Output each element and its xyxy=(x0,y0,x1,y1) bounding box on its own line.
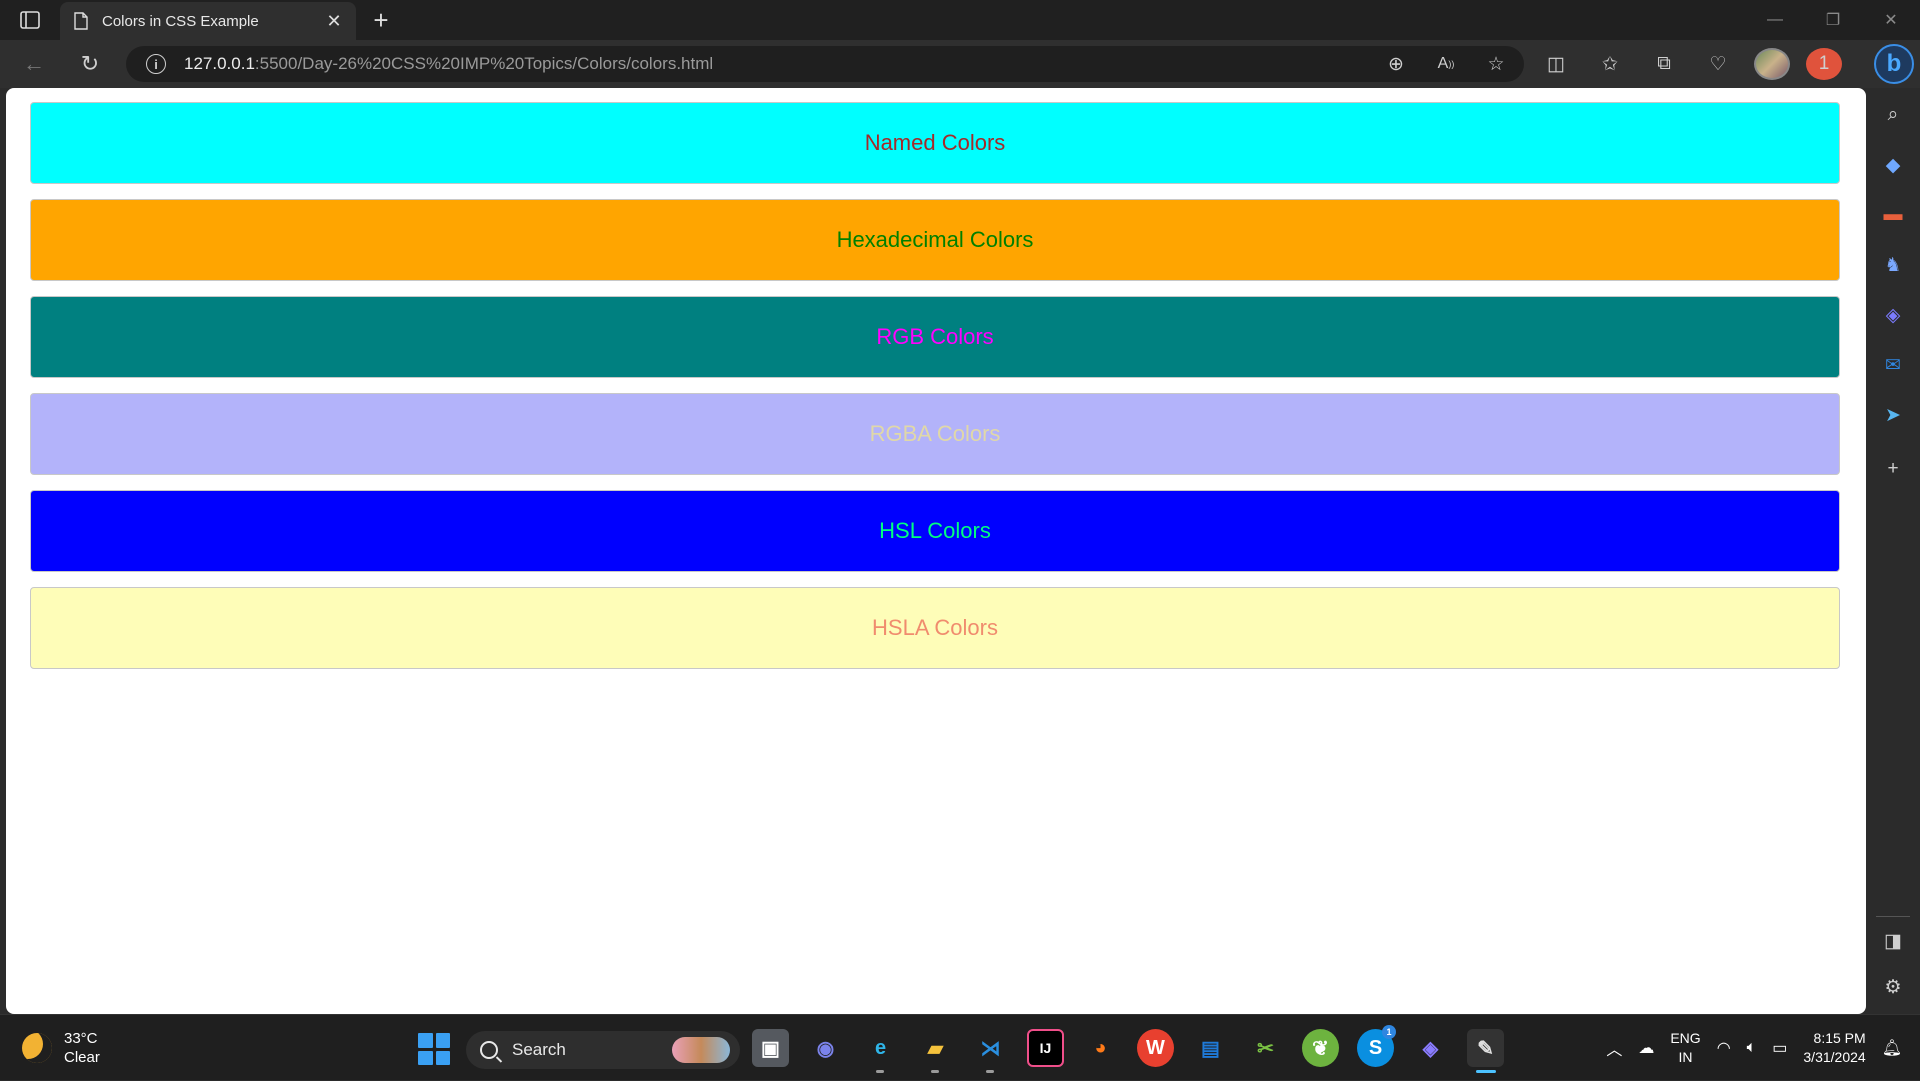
browser-titlebar: Colors in CSS Example ✕ + — ❐ ✕ xyxy=(0,0,1920,40)
temperature: 33°C xyxy=(64,1030,98,1047)
split-screen-icon[interactable]: ◫ xyxy=(1538,48,1574,80)
rgba-colors-box: RGBA Colors xyxy=(30,393,1840,475)
games-icon[interactable]: ♞ xyxy=(1878,250,1908,280)
copilot-taskbar-icon[interactable]: ◈ xyxy=(1412,1029,1449,1067)
favorite-star-icon[interactable]: ☆ xyxy=(1482,50,1510,78)
file-explorer-icon[interactable]: ▰ xyxy=(917,1029,954,1073)
new-tab-button[interactable]: + xyxy=(366,6,396,36)
hsl-colors-box: HSL Colors xyxy=(30,490,1840,572)
favorites-icon[interactable]: ✩ xyxy=(1592,48,1628,80)
box-label: RGB Colors xyxy=(876,324,994,349)
rgb-colors-box: RGB Colors xyxy=(30,296,1840,378)
edge-icon[interactable]: e xyxy=(862,1029,899,1073)
clock[interactable]: 8:15 PM 3/31/2024 xyxy=(1803,1029,1865,1067)
copilot-icon[interactable]: b xyxy=(1874,44,1914,84)
address-bar[interactable]: i 127.0.0.1:5500/Day-26%20CSS%20IMP%20To… xyxy=(126,46,1524,82)
teams-chat-icon[interactable]: ◉ xyxy=(807,1029,844,1067)
onedrive-cloud-icon[interactable]: ☁ xyxy=(1638,1038,1654,1058)
zoom-icon[interactable]: ⊕ xyxy=(1382,50,1410,78)
tab-title: Colors in CSS Example xyxy=(102,12,259,30)
minimize-icon[interactable]: — xyxy=(1746,0,1804,40)
language-indicator[interactable]: ENG IN xyxy=(1670,1029,1700,1067)
window-controls: — ❐ ✕ xyxy=(1746,0,1920,40)
restore-icon[interactable]: ❐ xyxy=(1804,0,1862,40)
more-options-icon[interactable]: ⋯1 xyxy=(1806,48,1844,80)
box-label: HSL Colors xyxy=(879,518,991,543)
close-tab-icon[interactable]: ✕ xyxy=(324,11,344,31)
firefox-icon[interactable]: ◕ xyxy=(1082,1029,1119,1067)
close-window-icon[interactable]: ✕ xyxy=(1862,0,1920,40)
refresh-icon[interactable]: ↻ xyxy=(72,48,108,80)
notification-badge: 1 xyxy=(1806,48,1842,80)
photo-editor-icon[interactable]: ✂ xyxy=(1247,1029,1284,1067)
vscode-icon[interactable]: ⋊ xyxy=(972,1029,1009,1073)
shopping-tag-icon[interactable]: ◆ xyxy=(1878,150,1908,180)
search-magnifier-icon xyxy=(480,1041,498,1059)
edge-sidebar: ⌕ ◆ ▬ ♞ ◈ ✉ ➤ + ◨ ⚙ xyxy=(1866,88,1920,1014)
document-icon xyxy=(74,12,88,30)
show-hidden-icons-chevron-icon[interactable]: ︿ xyxy=(1606,1036,1622,1060)
hexadecimal-colors-box: Hexadecimal Colors xyxy=(30,199,1840,281)
task-view-icon[interactable]: ▣ xyxy=(752,1029,789,1067)
outlook-icon[interactable]: ✉ xyxy=(1878,350,1908,380)
weather-widget[interactable]: 33°C Clear xyxy=(22,1029,100,1067)
spring-icon[interactable]: ❦ xyxy=(1302,1029,1339,1067)
wps-office-icon[interactable]: W xyxy=(1137,1029,1174,1067)
tools-icon[interactable]: ▬ xyxy=(1878,200,1908,230)
browser-navbar: ← ↻ i 127.0.0.1:5500/Day-26%20CSS%20IMP%… xyxy=(0,40,1920,88)
wifi-icon[interactable]: ◠ xyxy=(1717,1038,1731,1058)
skype-icon[interactable]: S1 xyxy=(1357,1025,1396,1067)
windows-taskbar: 33°C Clear Search ▣ ◉ e ▰ ⋊ IJ ◕ W ▤ ✂ ❦ … xyxy=(0,1014,1920,1080)
add-sidebar-icon[interactable]: + xyxy=(1878,454,1908,484)
box-label: Named Colors xyxy=(864,130,1006,155)
hsla-colors-box: HSLA Colors xyxy=(30,587,1840,669)
intellij-icon[interactable]: IJ xyxy=(1027,1029,1064,1067)
sidebar-divider xyxy=(1876,916,1910,917)
snipping-tool-icon[interactable]: ✎ xyxy=(1467,1029,1504,1073)
volume-icon[interactable]: 🔈︎ xyxy=(1747,1039,1757,1057)
collections-icon[interactable]: ⧉ xyxy=(1646,48,1682,80)
url-text[interactable]: 127.0.0.1:5500/Day-26%20CSS%20IMP%20Topi… xyxy=(184,54,713,74)
battery-icon[interactable]: ▭ xyxy=(1772,1038,1787,1058)
system-tray: ︿ ☁ ENG IN ◠ 🔈︎ ▭ 8:15 PM 3/31/2024 🔔︎ xyxy=(1606,1015,1902,1081)
search-label: Search xyxy=(512,1040,566,1059)
browser-essentials-icon[interactable]: ♡ xyxy=(1700,48,1736,80)
box-label: RGBA Colors xyxy=(869,421,1001,446)
store-icon[interactable]: ▤ xyxy=(1192,1029,1229,1067)
read-aloud-icon[interactable]: A)) xyxy=(1432,50,1460,78)
box-label: Hexadecimal Colors xyxy=(836,227,1034,252)
moon-icon xyxy=(22,1033,52,1063)
tab-actions-icon[interactable] xyxy=(14,8,46,32)
hide-sidebar-icon[interactable]: ◨ xyxy=(1878,926,1908,956)
windows-start-icon[interactable] xyxy=(418,1033,450,1065)
notifications-bell-icon[interactable]: 🔔︎ xyxy=(1882,1038,1902,1058)
copilot-sidebar-icon[interactable]: ◈ xyxy=(1878,300,1908,330)
named-colors-box: Named Colors xyxy=(30,102,1840,184)
page-viewport: Named Colors Hexadecimal Colors RGB Colo… xyxy=(6,88,1866,1014)
search-icon[interactable]: ⌕ xyxy=(1878,100,1908,130)
weather-condition: Clear xyxy=(64,1049,100,1066)
site-info-icon[interactable]: i xyxy=(146,54,166,74)
drop-icon[interactable]: ➤ xyxy=(1878,400,1908,430)
taskbar-search[interactable]: Search xyxy=(466,1031,740,1069)
profile-avatar[interactable] xyxy=(1754,48,1790,80)
skype-badge: 1 xyxy=(1382,1025,1396,1039)
back-arrow-icon[interactable]: ← xyxy=(16,48,52,80)
settings-gear-icon[interactable]: ⚙ xyxy=(1878,972,1908,1002)
browser-tab[interactable]: Colors in CSS Example ✕ xyxy=(60,2,356,40)
search-highlight-image xyxy=(672,1037,730,1063)
box-label: HSLA Colors xyxy=(872,615,998,640)
